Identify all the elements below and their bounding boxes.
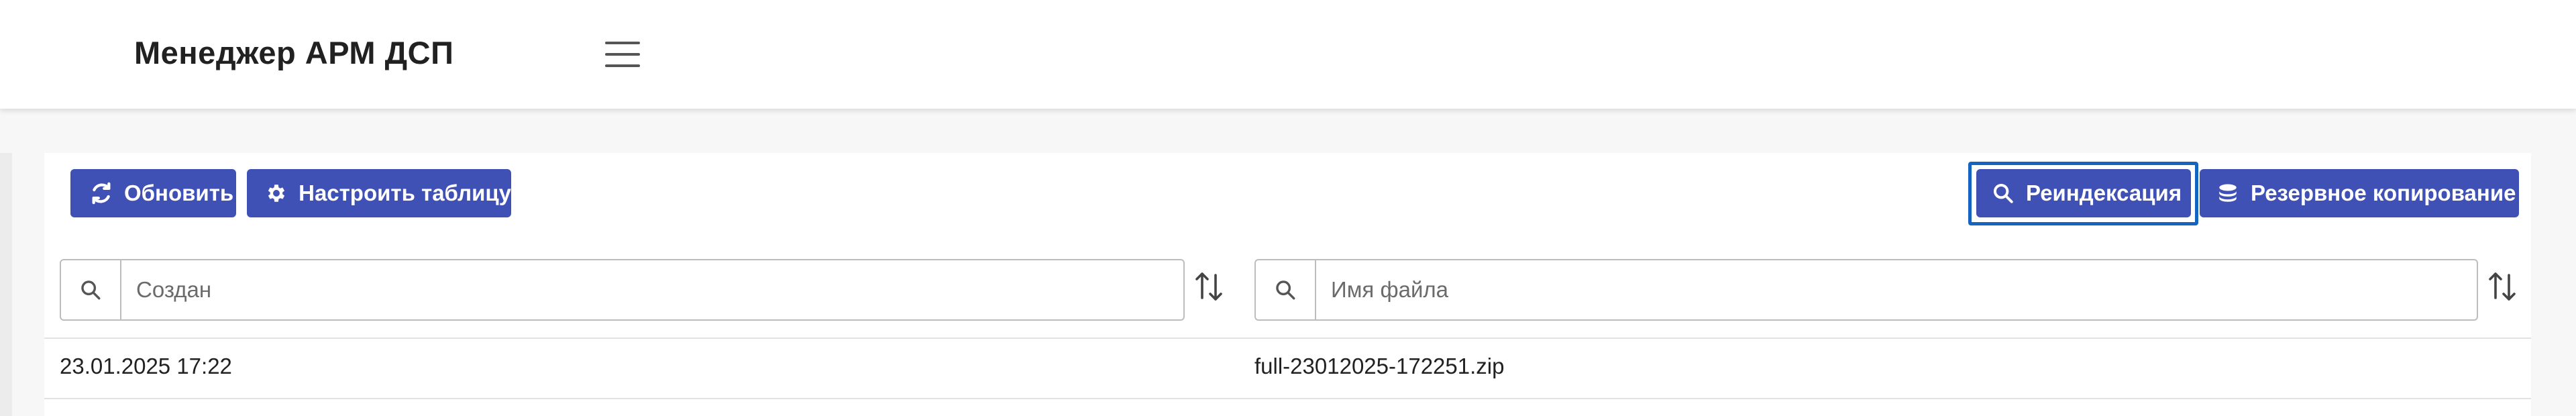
backup-button[interactable]: Резервное копирование [2200,169,2519,217]
refresh-icon [88,180,115,207]
configure-table-button-label: Настроить таблицу [299,180,511,205]
configure-table-button[interactable]: Настроить таблицу [247,169,511,217]
created-filter-input[interactable] [120,259,1185,321]
gear-icon [263,180,289,207]
sort-filename-icon[interactable] [2487,270,2517,303]
filename-search-icon-box [1254,259,1316,321]
reindex-button-label: Реиндексация [2026,180,2182,205]
search-icon [1990,180,2017,207]
search-icon [81,280,101,300]
created-search-icon-box [60,259,121,321]
search-icon [1276,280,1295,300]
row-divider [44,398,2531,399]
refresh-button-label: Обновить [124,180,234,205]
database-icon [2214,180,2241,207]
table-row-filename: full-23012025-172251.zip [1254,354,1505,378]
table-row-created: 23.01.2025 17:22 [60,354,232,378]
backup-button-label: Резервное копирование [2251,180,2516,205]
filename-filter-input[interactable] [1315,259,2478,321]
app-title: Менеджер АРМ ДСП [134,35,454,70]
header-row-divider [44,337,2531,339]
reindex-button[interactable]: Реиндексация [1976,169,2191,217]
app-header: Менеджер АРМ ДСП [0,0,2576,109]
sidebar-edge [0,153,12,416]
hamburger-menu-icon[interactable] [605,42,640,67]
sort-created-icon[interactable] [1194,270,1224,303]
refresh-button[interactable]: Обновить [70,169,236,217]
